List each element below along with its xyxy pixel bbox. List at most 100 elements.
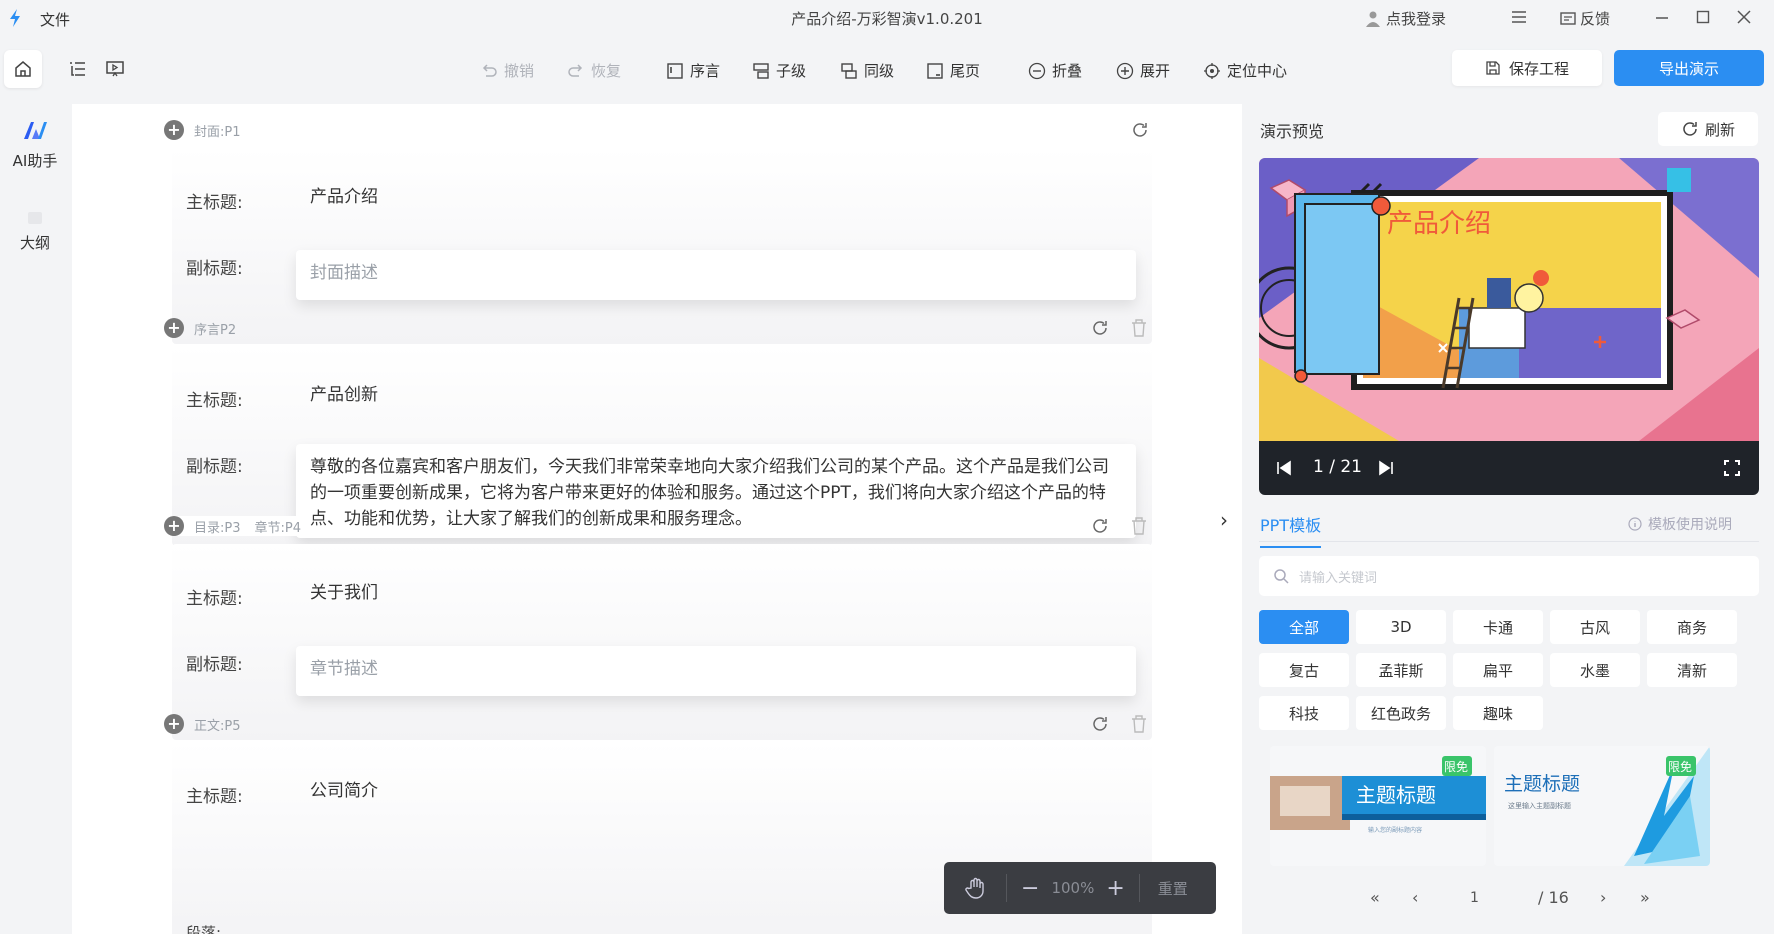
title-bar: 文件 产品介绍-万彩智演v1.0.201 点我登录 反馈 — [0, 0, 1774, 36]
template-thumbnail-art: 主题标题 限免 输入您的副标题内容 — [1270, 746, 1486, 866]
ai-assistant-icon — [24, 122, 47, 139]
template-tag[interactable]: 趣味 — [1453, 696, 1543, 730]
presentation-view-button[interactable] — [96, 50, 134, 88]
template-tag[interactable]: 孟菲斯 — [1356, 653, 1446, 687]
right-panel: 演示预览 刷新 产品介绍 1 / 21 PPT模板 模板使用说明 请输入关键词 … — [1244, 104, 1774, 934]
locate-center-button[interactable]: 定位中心 — [1203, 60, 1287, 81]
template-tag[interactable]: 商务 — [1647, 610, 1737, 644]
expand-button[interactable]: 展开 — [1116, 60, 1170, 81]
template-tag[interactable]: 复古 — [1259, 653, 1349, 687]
redo-icon — [568, 63, 583, 77]
subtitle-input[interactable]: 封面描述 — [296, 250, 1136, 300]
menu-icon[interactable] — [1510, 8, 1528, 26]
template-thumbnail-2[interactable]: 主题标题 限免 这里输入主题副标题 — [1494, 746, 1710, 866]
template-thumbnail-1[interactable]: 主题标题 限免 输入您的副标题内容 — [1270, 746, 1486, 866]
template-tag[interactable]: 扁平 — [1453, 653, 1543, 687]
first-page-icon[interactable]: « — [1370, 888, 1380, 907]
free-badge: 限免 — [1444, 759, 1468, 774]
subtitle-textarea[interactable]: 尊敬的各位嘉宾和客户朋友们，今天我们非常荣幸地向大家介绍我们公司的某个产品。这个… — [296, 444, 1136, 538]
template-tag[interactable]: 科技 — [1259, 696, 1349, 730]
regenerate-icon[interactable] — [1090, 516, 1110, 536]
template-tag[interactable]: 红色政务 — [1356, 696, 1446, 730]
next-slide-icon[interactable] — [1377, 459, 1395, 477]
main-title-input[interactable]: 产品介绍 — [296, 174, 1136, 224]
add-section-icon[interactable]: + — [164, 714, 184, 734]
template-search-input[interactable]: 请输入关键词 — [1259, 556, 1759, 596]
end-page-button[interactable]: 尾页 — [926, 60, 980, 81]
refresh-button[interactable]: 刷新 — [1658, 112, 1758, 146]
add-section-icon[interactable]: + — [164, 318, 184, 338]
outline-view-button[interactable] — [58, 50, 96, 88]
home-icon — [15, 61, 31, 77]
previous-page-icon[interactable]: ‹ — [1412, 888, 1418, 907]
section-header-cover: + 封面:P1 — [164, 120, 241, 140]
regenerate-icon[interactable] — [1130, 120, 1150, 140]
zoom-out-icon[interactable]: − — [1021, 876, 1039, 901]
slide-player-controls: 1 / 21 — [1259, 441, 1759, 495]
hand-pan-icon[interactable] — [964, 876, 988, 900]
template-tag[interactable]: 卡通 — [1453, 610, 1543, 644]
main-title-label: 主标题: — [186, 391, 243, 411]
outline-sidebar-icon — [28, 212, 42, 224]
delete-icon[interactable] — [1130, 516, 1148, 536]
last-page-icon[interactable]: » — [1640, 888, 1650, 907]
template-tag[interactable]: 清新 — [1647, 653, 1737, 687]
export-presentation-button[interactable]: 导出演示 — [1614, 50, 1764, 86]
main-title-input[interactable]: 关于我们 — [296, 570, 1136, 620]
refresh-icon — [1683, 122, 1697, 136]
thumb2-title-text: 主题标题 — [1504, 773, 1580, 795]
close-icon[interactable] — [1736, 8, 1752, 26]
collapse-icon — [1028, 62, 1046, 79]
add-section-icon[interactable]: + — [164, 516, 184, 536]
previous-slide-icon[interactable] — [1275, 459, 1293, 477]
save-icon — [1486, 61, 1500, 75]
template-thumbnail-art: 主题标题 限免 这里输入主题副标题 — [1494, 746, 1710, 866]
save-project-button[interactable]: 保存工程 — [1452, 50, 1602, 86]
main-title-input[interactable]: 公司简介 — [296, 768, 1136, 818]
template-tag[interactable]: 古风 — [1550, 610, 1640, 644]
section-header-toc: + 目录:P3 章节:P4 — [164, 516, 309, 536]
template-tag[interactable]: 水墨 — [1550, 653, 1640, 687]
child-level-button[interactable]: 子级 — [752, 60, 806, 81]
home-button[interactable] — [4, 50, 42, 88]
fullscreen-icon[interactable] — [1723, 459, 1741, 477]
tab-ppt-templates[interactable]: PPT模板 — [1260, 512, 1322, 548]
add-section-icon[interactable]: + — [164, 120, 184, 140]
sibling-level-button[interactable]: 同级 — [840, 60, 894, 81]
expand-icon — [1116, 62, 1134, 79]
regenerate-icon[interactable] — [1090, 714, 1110, 734]
template-tag[interactable]: 3D — [1356, 610, 1446, 644]
template-tag[interactable]: 全部 — [1259, 610, 1349, 644]
zoom-reset-button[interactable]: 重置 — [1158, 878, 1188, 899]
delete-icon[interactable] — [1130, 714, 1148, 734]
preface-button[interactable]: 序言 — [666, 60, 720, 81]
subtitle-label: 副标题: — [186, 457, 243, 477]
collapse-button[interactable]: 折叠 — [1028, 60, 1082, 81]
user-icon — [1366, 11, 1380, 27]
next-page-icon[interactable]: › — [1600, 888, 1606, 907]
sidebar-item-ai-assistant[interactable]: AI助手 — [0, 120, 70, 171]
left-sidebar: AI助手 大纲 — [0, 104, 70, 934]
zoom-level: 100% — [1051, 879, 1095, 897]
outline-editor: + 封面:P1 主标题: 产品介绍 副标题: 封面描述 + 序言P2 主标题: … — [72, 104, 1242, 934]
login-button[interactable]: 点我登录 — [1366, 8, 1446, 29]
collapse-panel-chevron-right-icon[interactable]: › — [1220, 508, 1228, 532]
subtitle-input[interactable]: 章节描述 — [296, 646, 1136, 696]
redo-button[interactable]: 恢复 — [567, 60, 621, 81]
undo-button[interactable]: 撤销 — [480, 60, 534, 81]
sidebar-item-outline[interactable]: 大纲 — [0, 210, 70, 253]
total-pages: / 16 — [1538, 888, 1569, 907]
delete-icon[interactable] — [1130, 318, 1148, 338]
template-help-link[interactable]: 模板使用说明 — [1628, 514, 1732, 534]
feedback-button[interactable]: 反馈 — [1560, 8, 1610, 29]
presentation-icon — [106, 61, 124, 77]
current-page[interactable]: 1 — [1470, 890, 1479, 906]
thumb1-caption-text: 输入您的副标题内容 — [1368, 826, 1422, 834]
zoom-in-icon[interactable]: + — [1106, 876, 1124, 901]
sibling-level-icon — [841, 62, 857, 79]
paragraph-label: 段落: — [186, 924, 222, 934]
minimize-icon[interactable] — [1654, 8, 1670, 26]
main-title-input[interactable]: 产品创新 — [296, 372, 1136, 422]
regenerate-icon[interactable] — [1090, 318, 1110, 338]
maximize-icon[interactable] — [1695, 8, 1711, 26]
